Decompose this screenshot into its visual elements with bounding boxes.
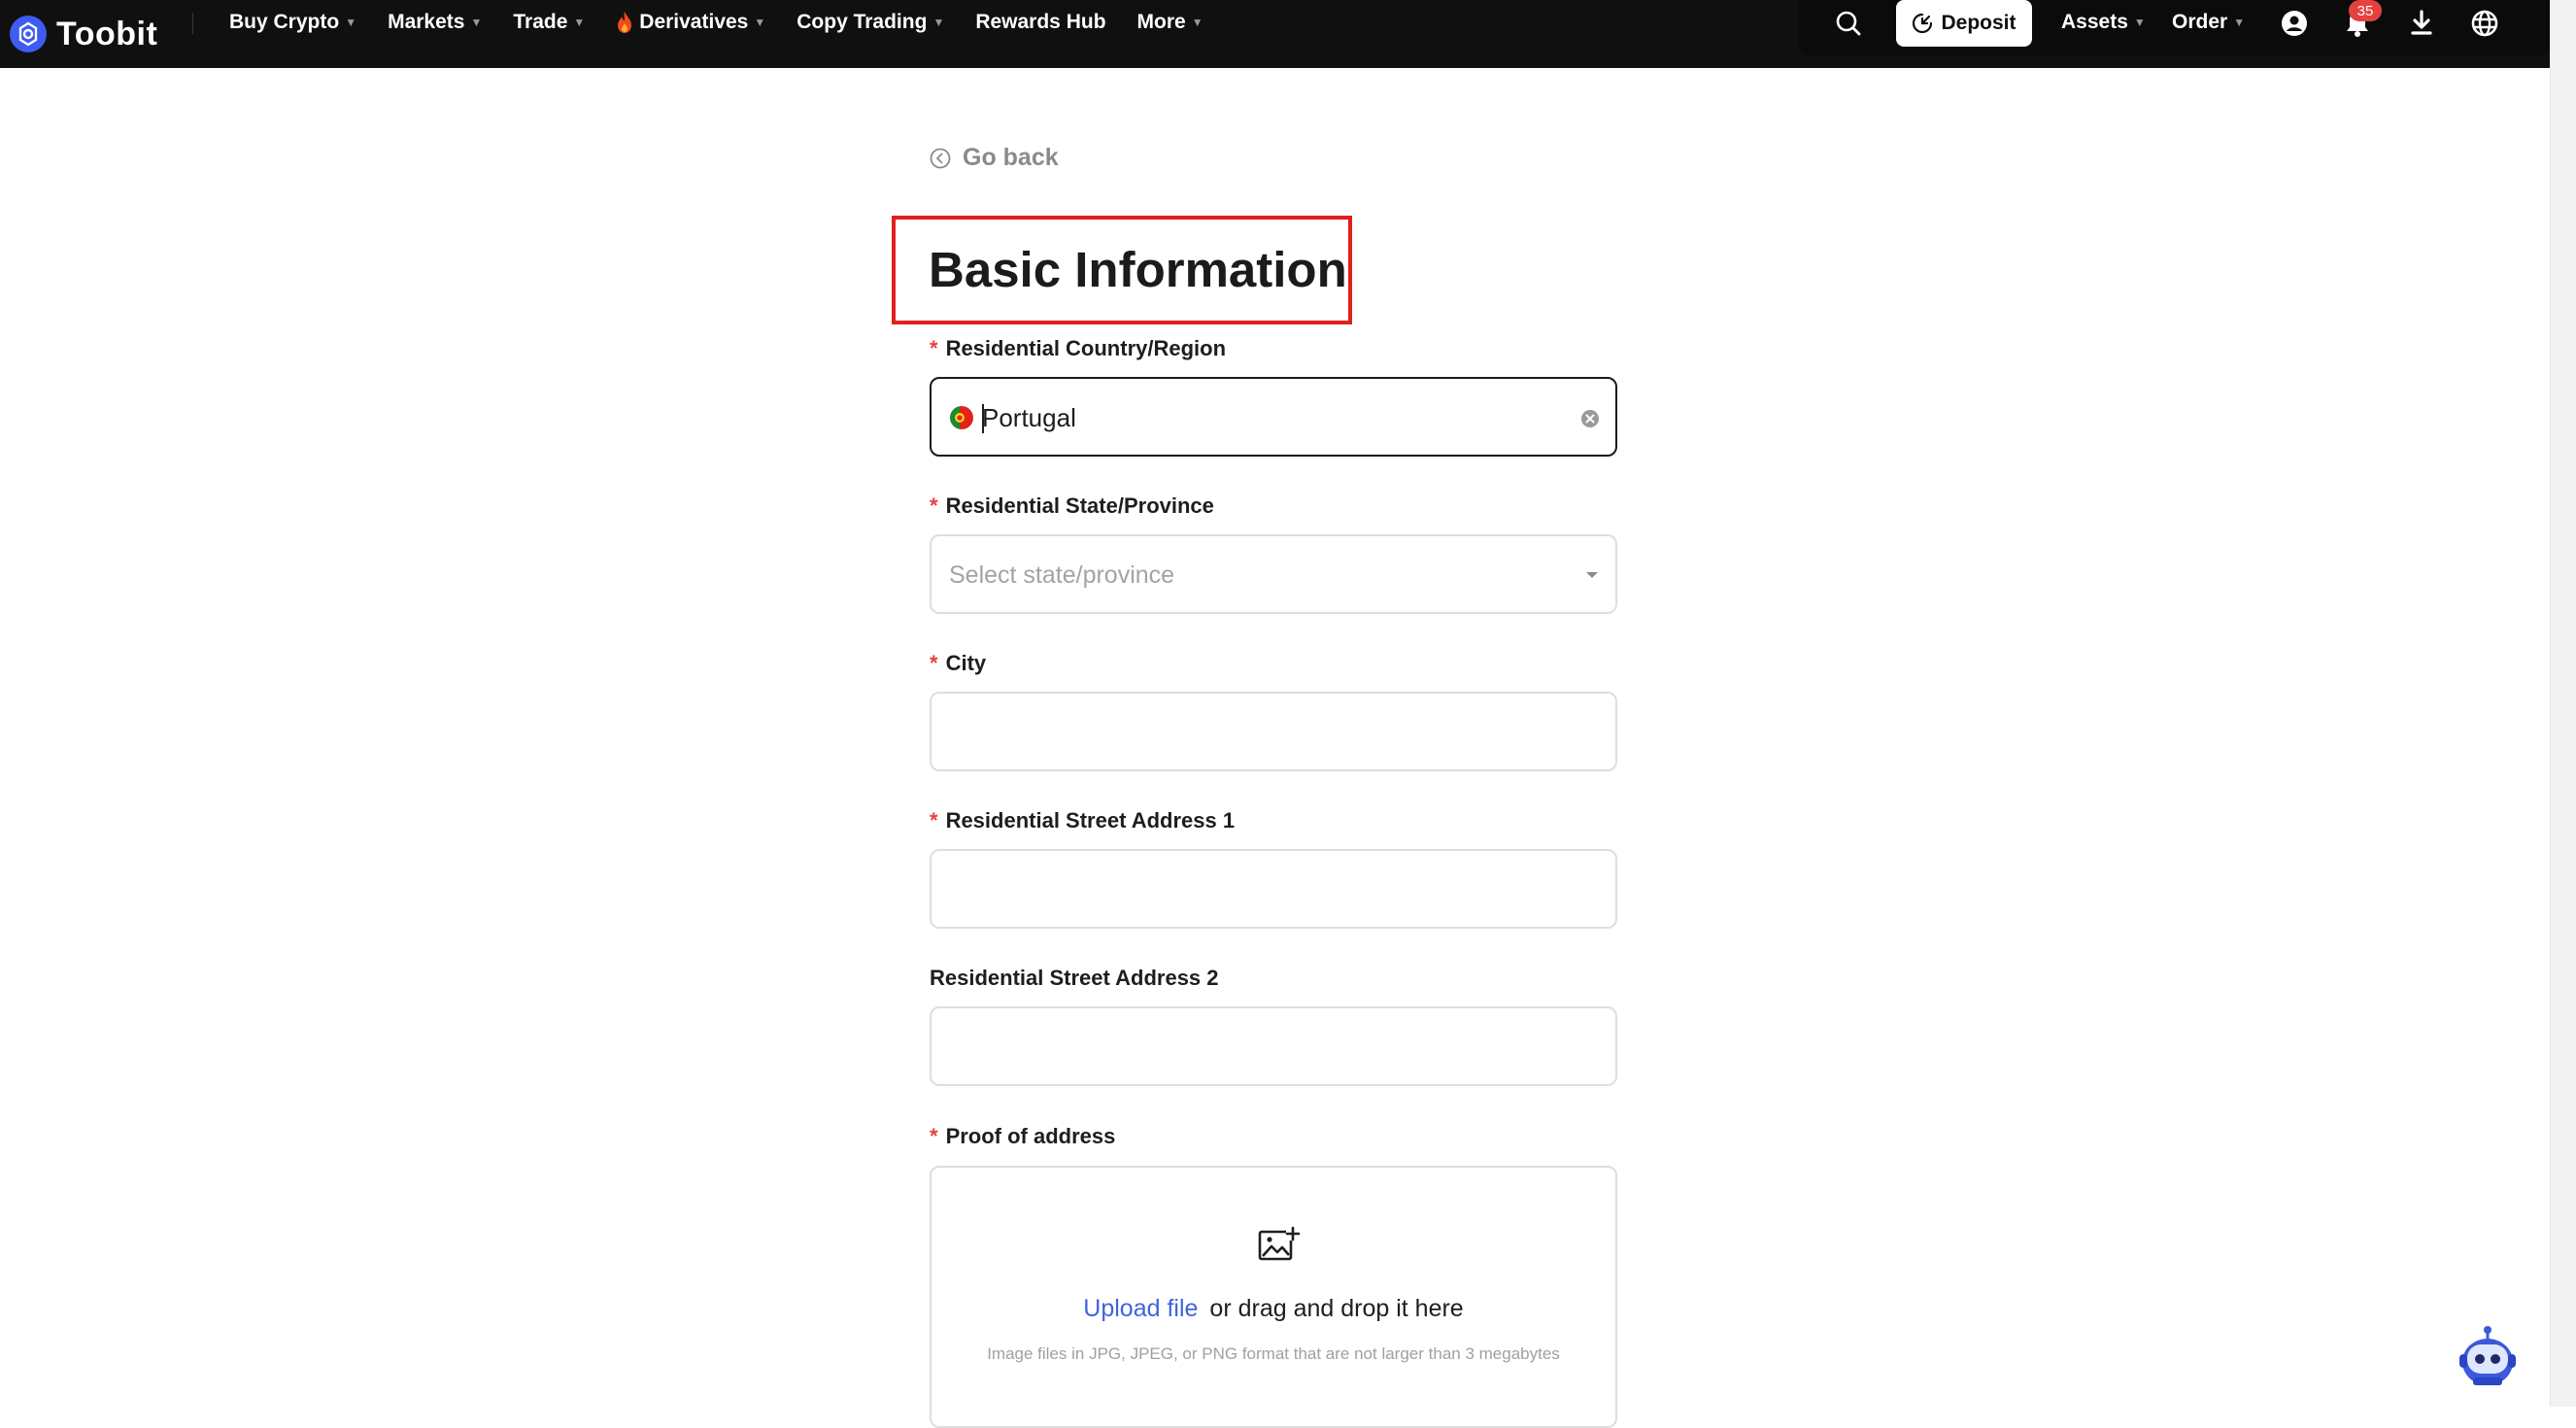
menu-trade[interactable]: Trade ▼ [513, 11, 585, 34]
assets-menu[interactable]: Assets ▼ [2061, 0, 2146, 45]
caret-down-icon: ▼ [470, 16, 483, 29]
menu-buy-crypto[interactable]: Buy Crypto ▼ [229, 11, 356, 34]
text-cursor [982, 404, 984, 433]
label-text: Residential State/Province [945, 493, 1214, 518]
required-mark: * [930, 336, 938, 360]
clear-icon[interactable] [1580, 409, 1600, 428]
menu-copy-trading[interactable]: Copy Trading ▼ [797, 11, 944, 34]
menu-label: Trade [513, 11, 568, 33]
order-label: Order [2172, 11, 2228, 33]
brand-name: Toobit [56, 15, 158, 52]
label-text: Residential Street Address 1 [945, 808, 1236, 833]
fire-icon [618, 12, 632, 33]
label-text: Residential Country/Region [945, 336, 1227, 360]
page-scrollbar[interactable] [2550, 0, 2576, 1407]
caret-down-icon: ▼ [2233, 16, 2246, 29]
go-back-label: Go back [963, 144, 1059, 171]
globe-language-icon[interactable] [2470, 9, 2499, 38]
menu-label: Copy Trading [797, 11, 928, 33]
required-mark: * [930, 1124, 938, 1148]
country-value: Portugal [982, 403, 1076, 432]
toobit-logo[interactable]: Toobit [10, 7, 157, 61]
deposit-icon [1913, 13, 1933, 34]
upload-file-link[interactable]: Upload file [1083, 1295, 1198, 1322]
upload-instruction-text: or drag and drop it here [1209, 1295, 1464, 1322]
notification-badge: 35 [2349, 0, 2382, 21]
menu-label: Markets [388, 11, 465, 33]
proof-upload-dropzone[interactable]: Upload file or drag and drop it here Imag… [930, 1166, 1617, 1428]
order-menu[interactable]: Order ▼ [2172, 0, 2245, 45]
caret-down-icon: ▼ [932, 16, 945, 29]
caret-down-icon: ▼ [1191, 16, 1203, 29]
city-label: * City [930, 649, 986, 678]
top-navbar: Toobit Buy Crypto ▼ Markets ▼ Trade ▼ Deriv… [0, 0, 2550, 68]
state-placeholder: Select state/province [949, 561, 1175, 589]
address1-input[interactable] [930, 849, 1617, 929]
user-avatar-icon[interactable] [2280, 9, 2309, 38]
caret-down-icon: ▼ [754, 16, 766, 29]
portugal-flag-icon [950, 406, 973, 429]
toobit-logo-icon [10, 16, 47, 52]
label-text: Proof of address [945, 1124, 1116, 1148]
image-upload-icon [1258, 1226, 1300, 1261]
address2-label: Residential Street Address 2 [930, 964, 1219, 993]
nav-divider [192, 13, 193, 34]
go-back-link[interactable]: Go back [930, 144, 1059, 172]
city-input[interactable] [930, 692, 1617, 771]
upload-hint: Image files in JPG, JPEG, or PNG format … [987, 1344, 1560, 1363]
required-mark: * [930, 493, 938, 518]
main-menu: Buy Crypto ▼ Markets ▼ Trade ▼ Derivatives ▼… [229, 0, 1235, 45]
deposit-label: Deposit [1941, 12, 2017, 34]
country-label: * Residential Country/Region [930, 334, 1226, 363]
menu-rewards-hub[interactable]: Rewards Hub [975, 11, 1105, 34]
caret-down-icon: ▼ [573, 16, 586, 29]
download-icon[interactable] [2407, 9, 2436, 38]
required-mark: * [930, 651, 938, 675]
search-icon[interactable] [1834, 9, 1863, 38]
menu-derivatives[interactable]: Derivatives ▼ [616, 11, 765, 34]
page-title: Basic Information [929, 242, 1347, 297]
state-select[interactable]: Select state/province [930, 534, 1617, 614]
deposit-button[interactable]: Deposit [1896, 0, 2032, 47]
assets-label: Assets [2061, 11, 2128, 33]
upload-instruction: Upload file or drag and drop it here [932, 1292, 1615, 1325]
country-select[interactable]: Portugal [930, 377, 1617, 457]
state-label: * Residential State/Province [930, 492, 1214, 521]
menu-markets[interactable]: Markets ▼ [388, 11, 482, 34]
caret-down-icon: ▼ [345, 16, 357, 29]
help-chatbot-icon[interactable] [2454, 1323, 2522, 1391]
address1-label: * Residential Street Address 1 [930, 806, 1235, 835]
caret-down-icon [1586, 572, 1598, 578]
menu-label: Buy Crypto [229, 11, 340, 33]
menu-label: Rewards Hub [975, 11, 1106, 33]
label-text: Residential Street Address 2 [930, 966, 1219, 990]
label-text: City [945, 651, 987, 675]
proof-label: * Proof of address [930, 1122, 1115, 1151]
caret-down-icon: ▼ [2133, 16, 2146, 29]
required-mark: * [930, 808, 938, 833]
menu-label: Derivatives [639, 11, 749, 33]
menu-more[interactable]: More ▼ [1137, 11, 1203, 34]
arrow-left-circle-icon [930, 148, 951, 168]
menu-label: More [1136, 11, 1186, 33]
address2-input[interactable] [930, 1006, 1617, 1086]
